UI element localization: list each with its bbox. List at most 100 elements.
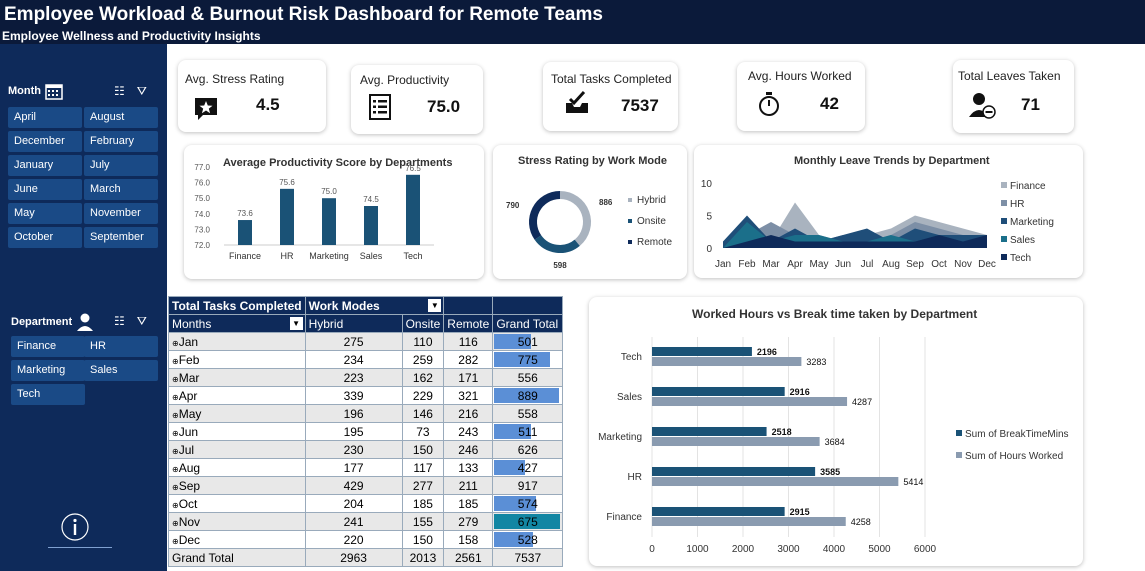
hours-break-bar-chart: 0 1000 2000 3000 4000 5000 6000 Tech 2196 3283 Sal… <box>598 337 1069 555</box>
x-tick-label: Aug <box>882 259 900 270</box>
cell-grand-total: 574 <box>492 494 564 513</box>
department-slicer-item[interactable]: Finance <box>11 336 85 357</box>
month-slicer-item[interactable]: May <box>8 203 82 224</box>
department-slicer-item[interactable]: HR <box>84 336 158 357</box>
cell-onsite: 259 <box>401 350 445 369</box>
cell-onsite: 162 <box>401 368 445 387</box>
info-icon[interactable] <box>60 512 90 542</box>
cell-grand-total: 917 <box>492 476 564 495</box>
cell-onsite: 229 <box>401 386 445 405</box>
month-label: Feb <box>178 352 200 367</box>
row-label[interactable]: ⊕Jun <box>168 422 306 441</box>
productivity-bar-chart: 77.0 76.0 75.0 74.0 73.0 72.0 73.6 Finance 75.6 H… <box>194 163 434 261</box>
expand-icon[interactable]: ⊕ <box>172 429 179 438</box>
expand-icon[interactable]: ⊕ <box>172 519 179 528</box>
row-label[interactable]: ⊕Sep <box>168 476 306 495</box>
cell-grand-total: 775 <box>492 350 564 369</box>
expand-icon[interactable]: ⊕ <box>172 411 179 420</box>
row-label[interactable]: ⊕Jan <box>168 332 306 351</box>
data-label: 2915 <box>790 507 810 517</box>
cell-hybrid: 339 <box>304 386 403 405</box>
expand-icon[interactable]: ⊕ <box>172 465 179 474</box>
row-label[interactable]: ⊕Apr <box>168 386 306 405</box>
expand-icon[interactable]: ⊕ <box>172 393 179 402</box>
month-slicer-label: Month <box>8 85 41 97</box>
grand-total-value: 889 <box>517 388 538 403</box>
dropdown-arrow-icon[interactable]: ▼ <box>428 299 442 312</box>
person-icon <box>77 313 94 331</box>
legend-label: HR <box>1010 199 1024 210</box>
expand-icon[interactable]: ⊕ <box>172 339 179 348</box>
row-label[interactable]: ⊕Oct <box>168 494 306 513</box>
col-header-onsite: Onsite <box>401 314 445 333</box>
department-slicer-item[interactable]: Sales <box>84 360 158 381</box>
month-slicer-item[interactable]: August <box>84 107 158 128</box>
department-slicer-item[interactable]: Tech <box>11 384 85 405</box>
row-label[interactable]: ⊕Feb <box>168 350 306 369</box>
bar <box>322 198 336 245</box>
y-tick-label: Finance <box>606 512 642 523</box>
grand-total-value: 917 <box>517 478 538 493</box>
month-slicer-item[interactable]: March <box>84 179 158 200</box>
row-label[interactable]: ⊕Nov <box>168 512 306 531</box>
month-slicer-item[interactable]: November <box>84 203 158 224</box>
cell-onsite: 185 <box>401 494 445 513</box>
y-tick-label: Tech <box>621 352 642 363</box>
legend-label: Sum of BreakTimeMins <box>965 429 1069 440</box>
pivot-corner-header: Total Tasks Completed <box>168 296 306 315</box>
month-slicer-item[interactable]: June <box>8 179 82 200</box>
clear-filter-icon[interactable]: ⛛ <box>137 314 147 329</box>
month-label: Jun <box>178 424 199 439</box>
gt-total: 7537 <box>492 548 564 567</box>
legend-swatch <box>1001 182 1007 188</box>
leave-area-chart: 10 5 0Jan Feb Mar Apr May Jun Jul Aug Sep Oct Nov Dec… <box>701 179 1054 270</box>
row-label[interactable]: ⊕May <box>168 404 306 423</box>
data-label: 4287 <box>852 397 872 407</box>
months-filter[interactable]: Months ▼ <box>168 314 306 333</box>
work-modes-filter[interactable]: Work Modes ▼ <box>304 296 445 315</box>
y-tick-label: 5 <box>706 212 712 223</box>
row-label[interactable]: ⊕Dec <box>168 530 306 549</box>
table-row: ⊕Nov 241 155 279 675 <box>168 512 564 531</box>
x-tick-label: 1000 <box>686 544 709 555</box>
donut-slice <box>534 235 580 253</box>
cell-grand-total: 528 <box>492 530 564 549</box>
month-slicer-item[interactable]: July <box>84 155 158 176</box>
multi-select-icon[interactable]: ☷ <box>114 314 125 329</box>
dropdown-arrow-icon[interactable]: ▼ <box>289 317 303 330</box>
expand-icon[interactable]: ⊕ <box>172 447 179 456</box>
row-label[interactable]: ⊕Jul <box>168 440 306 459</box>
expand-icon[interactable]: ⊕ <box>172 375 179 384</box>
bar <box>238 220 252 245</box>
row-label[interactable]: ⊕Aug <box>168 458 306 477</box>
expand-icon[interactable]: ⊕ <box>172 483 179 492</box>
bar <box>652 437 820 446</box>
bar <box>652 477 899 486</box>
data-label: 2518 <box>772 427 792 437</box>
stress-donut-chart: 886 598 790 Hybrid Onsite Remote <box>506 191 672 270</box>
expand-icon[interactable]: ⊕ <box>172 357 179 366</box>
month-slicer-item[interactable]: February <box>84 131 158 152</box>
month-slicer-item[interactable]: October <box>8 227 82 248</box>
expand-icon[interactable]: ⊕ <box>172 537 179 546</box>
legend-swatch <box>628 198 632 202</box>
legend-swatch <box>1001 254 1007 260</box>
x-tick-label: Oct <box>931 259 947 270</box>
department-slicer-item[interactable]: Marketing <box>11 360 85 381</box>
row-label[interactable]: ⊕Mar <box>168 368 306 387</box>
expand-icon[interactable]: ⊕ <box>172 501 179 510</box>
donut-slice <box>529 191 561 240</box>
x-tick-label: Sep <box>906 259 924 270</box>
month-slicer-item[interactable]: April <box>8 107 82 128</box>
clear-filter-icon[interactable]: ⛛ <box>137 84 147 99</box>
bar <box>652 357 802 366</box>
month-label: Aug <box>178 460 201 475</box>
multi-select-icon[interactable]: ☷ <box>114 84 125 99</box>
x-tick-label: 6000 <box>914 544 937 555</box>
legend-label: Tech <box>1010 253 1031 264</box>
month-label: Jul <box>178 442 195 457</box>
month-slicer-item[interactable]: January <box>8 155 82 176</box>
month-slicer-item[interactable]: December <box>8 131 82 152</box>
table-row: ⊕May 196 146 216 558 <box>168 404 564 423</box>
month-slicer-item[interactable]: September <box>84 227 158 248</box>
